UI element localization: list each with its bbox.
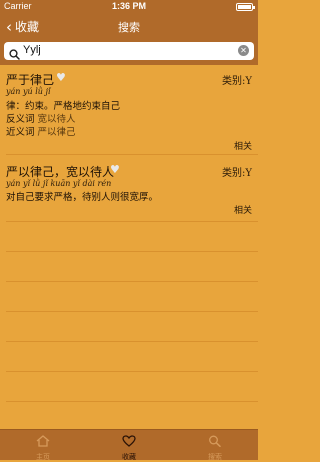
navigation-bar: ‹ 收藏 搜索 bbox=[0, 14, 258, 38]
battery-icon bbox=[236, 3, 255, 11]
divider bbox=[6, 251, 258, 252]
tab-bar: 主页 收藏 搜索 bbox=[0, 429, 258, 462]
divider bbox=[6, 154, 258, 155]
tab-label: 主页 bbox=[36, 454, 50, 461]
result-word: 严于律己 bbox=[6, 73, 55, 87]
search-input-value: Yylj bbox=[23, 44, 41, 56]
clear-search-icon[interactable]: ✕ bbox=[238, 45, 249, 56]
favorite-heart-icon[interactable]: ♥ bbox=[56, 71, 66, 84]
tab-favorites[interactable]: 收藏 bbox=[109, 432, 149, 462]
home-icon bbox=[36, 435, 50, 447]
antonym-row: 反义词 宽以待人 bbox=[6, 111, 76, 125]
result-definition: 对自己要求严格，待别人则很宽厚。 bbox=[6, 192, 159, 203]
synonym-label: 近义词 bbox=[6, 127, 35, 138]
result-category: 类别:Y bbox=[222, 76, 252, 87]
result-definition: 律：约束。严格地约束自己 bbox=[6, 101, 121, 112]
search-icon bbox=[9, 45, 20, 64]
divider bbox=[6, 371, 258, 372]
result-item-1[interactable]: 严于律己 ♥ 类别:Y yán yú lǜ jǐ 律：约束。严格地约束自己 反义… bbox=[0, 65, 258, 160]
result-pinyin: yán yú lǜ jǐ bbox=[6, 87, 51, 96]
tab-search[interactable]: 搜索 bbox=[195, 432, 235, 462]
result-word: 严以律己，宽以待人 bbox=[6, 165, 115, 179]
tab-label: 收藏 bbox=[122, 454, 136, 461]
result-category: 类别:Y bbox=[222, 168, 252, 179]
result-item-2[interactable]: 严以律己，宽以待人 ♥ 类别:Y yán yǐ lǜ jǐ kuān yǐ dà… bbox=[0, 158, 258, 216]
page-title: 搜索 bbox=[118, 21, 140, 34]
heart-icon bbox=[122, 435, 136, 447]
synonym-value[interactable]: 严以律己 bbox=[38, 127, 76, 138]
clock: 1:36 PM bbox=[111, 1, 146, 11]
divider bbox=[6, 221, 258, 222]
divider bbox=[6, 281, 258, 282]
result-pinyin: yán yǐ lǜ jǐ kuān yǐ dài rén bbox=[6, 179, 112, 188]
favorite-heart-icon[interactable]: ♥ bbox=[110, 163, 120, 176]
related-link[interactable]: 相关 bbox=[234, 203, 252, 216]
search-input[interactable]: Yylj ✕ bbox=[4, 42, 254, 60]
synonym-row: 近义词 严以律己 bbox=[6, 124, 76, 138]
results-list: 严于律己 ♥ 类别:Y yán yú lǜ jǐ 律：约束。严格地约束自己 反义… bbox=[0, 65, 258, 429]
divider bbox=[6, 401, 258, 402]
related-link[interactable]: 相关 bbox=[234, 139, 252, 152]
search-icon bbox=[209, 435, 221, 448]
tab-label: 搜索 bbox=[208, 454, 222, 461]
divider bbox=[6, 341, 258, 342]
tab-home[interactable]: 主页 bbox=[23, 432, 63, 462]
status-bar: Carrier 1:36 PM bbox=[0, 0, 258, 14]
divider bbox=[6, 311, 258, 312]
search-bar: Yylj ✕ bbox=[0, 38, 258, 65]
